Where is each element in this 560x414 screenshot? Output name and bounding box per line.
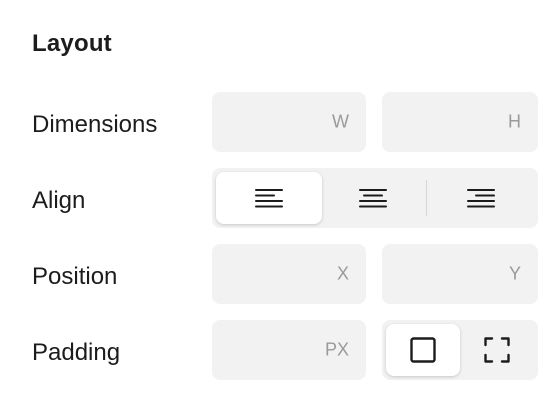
y-input[interactable] xyxy=(382,244,538,304)
corners-icon xyxy=(484,337,510,363)
align-left-button[interactable] xyxy=(216,172,322,224)
align-left-icon xyxy=(255,189,283,208)
width-input[interactable] xyxy=(212,92,366,152)
width-field[interactable]: W xyxy=(212,92,366,152)
position-label: Position xyxy=(32,263,118,290)
align-center-icon xyxy=(359,189,387,208)
padding-label: Padding xyxy=(32,339,121,366)
align-divider xyxy=(426,180,427,216)
dimensions-label: Dimensions xyxy=(32,111,158,138)
height-field[interactable]: H xyxy=(382,92,538,152)
x-input[interactable] xyxy=(212,244,366,304)
padding-input[interactable] xyxy=(212,320,366,380)
align-right-button[interactable] xyxy=(428,172,534,224)
align-label: Align xyxy=(32,187,86,214)
height-input[interactable] xyxy=(382,92,538,152)
panel-title: Layout xyxy=(32,30,112,57)
align-center-button[interactable] xyxy=(320,172,426,224)
y-field[interactable]: Y xyxy=(382,244,538,304)
padding-individual-button[interactable] xyxy=(460,324,534,376)
square-icon xyxy=(410,337,436,363)
x-field[interactable]: X xyxy=(212,244,366,304)
align-right-icon xyxy=(467,189,495,208)
padding-mode-toggle xyxy=(382,320,538,380)
padding-uniform-button[interactable] xyxy=(386,324,460,376)
align-segmented-control xyxy=(212,168,538,228)
padding-field[interactable]: PX xyxy=(212,320,366,380)
